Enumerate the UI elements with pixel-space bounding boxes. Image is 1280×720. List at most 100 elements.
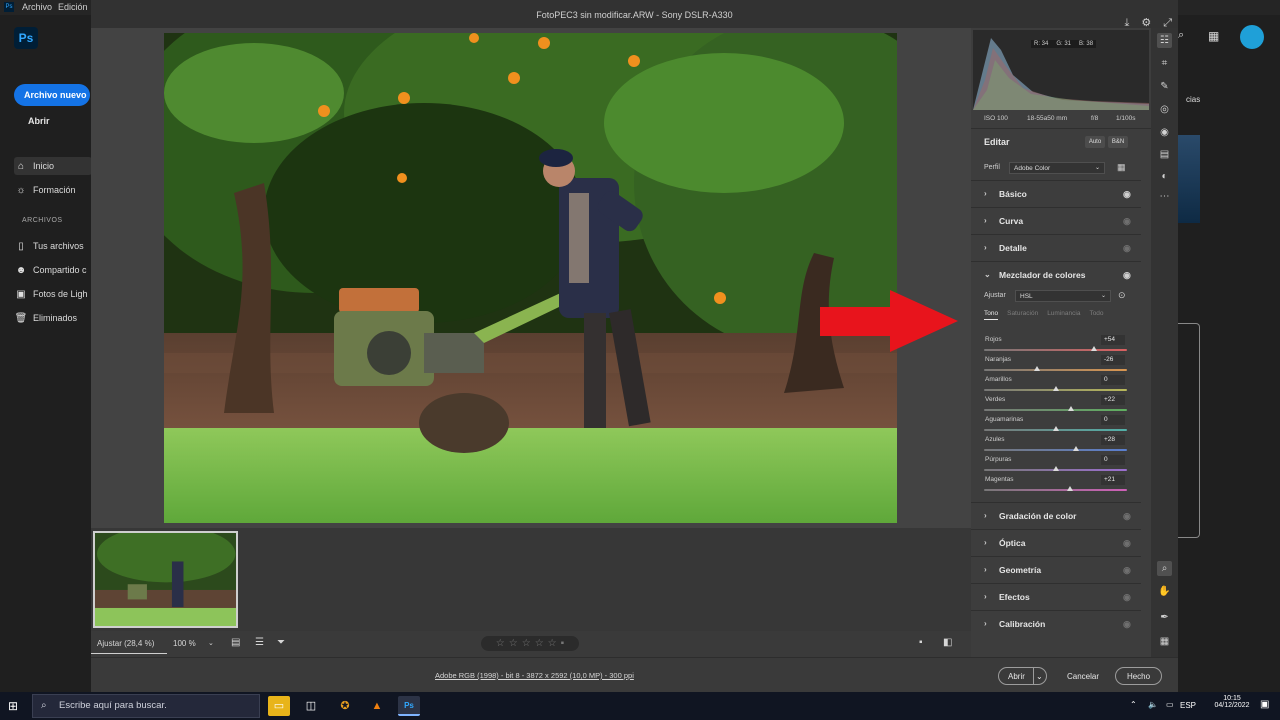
nav-compartido[interactable]: ☻ Compartido c xyxy=(14,261,92,279)
network-icon[interactable]: ▭ xyxy=(1166,700,1174,709)
filmstrip-toggle-icon[interactable]: ▤ xyxy=(231,637,240,648)
section-mezclador[interactable]: ⌄ Mezclador de colores ◉ xyxy=(971,261,1141,287)
slider-value-field[interactable]: +22 xyxy=(1101,395,1125,405)
image-canvas[interactable] xyxy=(91,28,971,528)
open-link[interactable]: Abrir xyxy=(28,116,50,126)
auto-button[interactable]: Auto xyxy=(1085,136,1105,148)
slider-thumb[interactable] xyxy=(1091,346,1098,351)
slider-thumb[interactable] xyxy=(1052,466,1059,471)
new-file-button[interactable]: Archivo nuevo xyxy=(14,84,90,106)
tab-luminancia[interactable]: Luminancia xyxy=(1047,310,1080,320)
slider-value-field[interactable]: -26 xyxy=(1101,355,1125,365)
snapshots-icon[interactable]: ◐ xyxy=(1157,169,1172,184)
slider-rojos[interactable]: Rojos +54 xyxy=(984,335,1129,356)
crop-icon[interactable]: ⌗ xyxy=(1157,56,1172,71)
slider-track[interactable] xyxy=(984,349,1127,351)
award-icon[interactable]: ✪ xyxy=(334,696,356,716)
delete-flag-icon[interactable]: ▪ xyxy=(561,638,565,649)
menu-edicion[interactable]: Edición xyxy=(58,2,88,12)
slider-thumb[interactable] xyxy=(1066,486,1073,491)
slider-value-field[interactable]: 0 xyxy=(1101,415,1125,425)
cancel-button[interactable]: Cancelar xyxy=(1067,672,1099,681)
section-basico[interactable]: › Básico ◉ xyxy=(971,180,1141,206)
bw-button[interactable]: B&N xyxy=(1108,136,1128,148)
tab-tono[interactable]: Tono xyxy=(984,310,999,320)
chevron-down-icon[interactable]: ⌄ xyxy=(1036,668,1043,685)
hand-tool-icon[interactable]: ✋ xyxy=(1157,584,1172,599)
zoom-level-select[interactable]: 100 % xyxy=(173,639,196,648)
slider-track[interactable] xyxy=(984,449,1127,451)
slider-value-field[interactable]: +21 xyxy=(1101,475,1125,485)
taskbar-search-field[interactable]: ⌕ Escribe aquí para buscar. xyxy=(32,694,260,718)
star-icon[interactable]: ☆ xyxy=(548,638,557,649)
slider-thumb[interactable] xyxy=(1068,406,1075,411)
workflow-options-link[interactable]: Adobe RGB (1998) - bit 8 - 3872 x 2592 (… xyxy=(435,671,634,680)
star-icon[interactable]: ☆ xyxy=(496,638,505,649)
before-after-icon[interactable]: ◧ xyxy=(943,637,952,648)
eye-icon[interactable]: ◉ xyxy=(1123,592,1131,603)
avatar[interactable] xyxy=(1240,25,1264,49)
slider-púrpuras[interactable]: Púrpuras 0 xyxy=(984,455,1129,476)
volume-icon[interactable]: 🔈 xyxy=(1148,700,1158,709)
section-detalle[interactable]: › Detalle ◉ xyxy=(971,234,1141,260)
clock[interactable]: 10:15 04/12/2022 xyxy=(1210,695,1254,709)
eye-icon[interactable]: ◉ xyxy=(1123,538,1131,549)
file-explorer-icon[interactable]: ▭ xyxy=(268,696,290,716)
slider-thumb[interactable] xyxy=(1033,366,1040,371)
section-geometria[interactable]: › Geometría ◉ xyxy=(971,556,1141,582)
tab-todo[interactable]: Todo xyxy=(1089,310,1103,320)
filter-icon[interactable]: ⏷ xyxy=(277,637,285,648)
zoom-fit-select[interactable]: Ajustar (28,4 %) xyxy=(97,639,154,648)
chevron-up-icon[interactable]: ⌃ xyxy=(1130,700,1137,709)
adjust-select[interactable]: HSL ⌄ xyxy=(1015,290,1111,302)
profile-browser-icon[interactable]: ▦ xyxy=(1117,162,1126,173)
language-indicator[interactable]: ESP xyxy=(1180,701,1196,710)
windows-start-icon[interactable]: ⊞ xyxy=(8,699,18,713)
notifications-icon[interactable]: ▣ xyxy=(1260,699,1269,710)
eye-icon[interactable]: ◉ xyxy=(1123,619,1131,630)
star-rating[interactable]: ☆ ☆ ☆ ☆ ☆ ▪ xyxy=(481,636,579,651)
slider-track[interactable] xyxy=(984,409,1127,411)
eye-icon[interactable]: ◉ xyxy=(1123,243,1131,254)
search-icon[interactable]: ⌕ xyxy=(1178,29,1184,42)
photoshop-taskbar-icon[interactable]: Ps xyxy=(398,696,420,716)
nav-inicio[interactable]: ⌂ Inicio xyxy=(14,157,92,175)
nav-eliminados[interactable]: 🗑 Eliminados xyxy=(14,309,92,327)
slider-azules[interactable]: Azules +28 xyxy=(984,435,1129,456)
eye-icon[interactable]: ◉ xyxy=(1123,511,1131,522)
slider-amarillos[interactable]: Amarillos 0 xyxy=(984,375,1129,396)
slider-value-field[interactable]: +54 xyxy=(1101,335,1125,345)
slider-naranjas[interactable]: Naranjas -26 xyxy=(984,355,1129,376)
tab-saturacion[interactable]: Saturación xyxy=(1007,310,1038,320)
masking-icon[interactable]: ◎ xyxy=(1157,102,1172,117)
eye-icon[interactable]: ◉ xyxy=(1123,565,1131,576)
profile-select[interactable]: Adobe Color ⌄ xyxy=(1009,162,1105,174)
slider-thumb[interactable] xyxy=(1052,426,1059,431)
slider-aguamarinas[interactable]: Aguamarinas 0 xyxy=(984,415,1129,436)
eye-icon[interactable]: ◉ xyxy=(1123,189,1131,200)
section-gradacion[interactable]: › Gradación de color ◉ xyxy=(971,502,1141,528)
single-view-icon[interactable]: ▪ xyxy=(919,637,923,648)
slider-track[interactable] xyxy=(984,369,1127,371)
gift-icon[interactable]: ▦ xyxy=(1208,29,1219,43)
store-icon[interactable]: ◫ xyxy=(300,696,322,716)
eyedropper-icon[interactable]: ✒ xyxy=(1157,610,1172,625)
star-icon[interactable]: ☆ xyxy=(535,638,544,649)
nav-formacion[interactable]: ☼ Formación xyxy=(14,181,92,199)
slider-track[interactable] xyxy=(984,489,1127,491)
grid-icon[interactable]: ▦ xyxy=(1157,634,1172,649)
section-curva[interactable]: › Curva ◉ xyxy=(971,207,1141,233)
slider-verdes[interactable]: Verdes +22 xyxy=(984,395,1129,416)
slider-thumb[interactable] xyxy=(1052,386,1059,391)
presets-icon[interactable]: ▤ xyxy=(1157,147,1172,162)
eye-icon[interactable]: ◉ xyxy=(1123,216,1131,227)
section-calibracion[interactable]: › Calibración ◉ xyxy=(971,610,1141,636)
eye-icon[interactable]: ◉ xyxy=(1123,270,1131,281)
nav-lightroom[interactable]: ▣ Fotos de Ligh xyxy=(14,285,92,303)
slider-value-field[interactable]: 0 xyxy=(1101,375,1125,385)
targeted-adjust-icon[interactable]: ⊙ xyxy=(1118,290,1126,301)
star-icon[interactable]: ☆ xyxy=(509,638,518,649)
section-efectos[interactable]: › Efectos ◉ xyxy=(971,583,1141,609)
done-button[interactable]: Hecho xyxy=(1115,667,1162,685)
slider-thumb[interactable] xyxy=(1072,446,1079,451)
